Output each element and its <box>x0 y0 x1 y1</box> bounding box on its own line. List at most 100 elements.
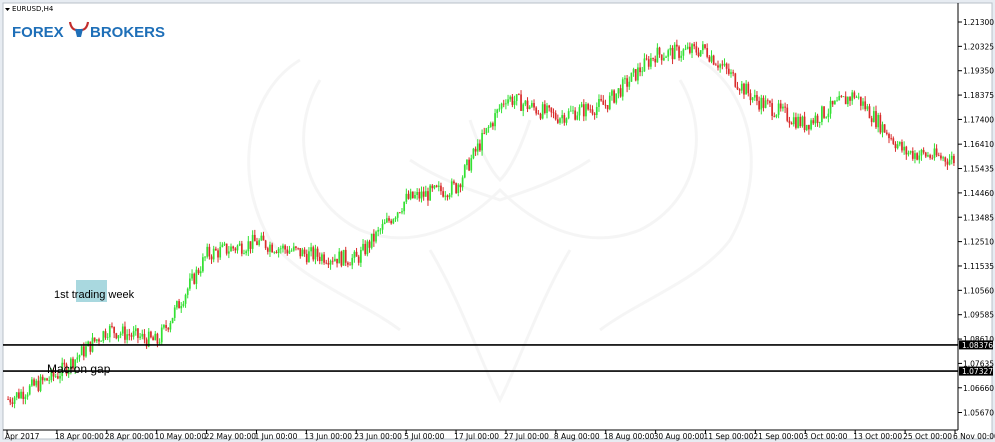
candle-bear <box>911 151 914 159</box>
candle-bull <box>414 194 416 199</box>
candle-bear <box>799 116 802 127</box>
candle-bull <box>80 346 83 356</box>
candle-bear <box>823 106 825 118</box>
candle-bull <box>855 97 858 98</box>
candle-bear <box>427 191 429 201</box>
candle-bear <box>271 244 274 253</box>
candle-bear <box>853 92 856 98</box>
candle-bull <box>805 124 808 131</box>
candle-bear <box>364 243 367 255</box>
candle-bear <box>582 104 585 117</box>
candle-bull <box>290 250 293 252</box>
candle-bull <box>212 248 215 260</box>
candle-bear <box>286 249 289 254</box>
candle-bull <box>437 185 440 187</box>
candle-bull <box>914 153 916 159</box>
x-tick-label: 11 Sep 00:00 <box>704 432 754 441</box>
candle-bull <box>814 115 817 124</box>
x-tick-label: 13 Jun 00:00 <box>304 432 352 441</box>
candle-bear <box>266 248 269 252</box>
candle-bull <box>494 113 496 127</box>
candle-bull <box>505 103 507 105</box>
candle-bull <box>329 260 332 265</box>
candle-bull <box>184 294 187 304</box>
candle-bull <box>176 301 178 308</box>
x-tick-label: 21 Sep 00:00 <box>753 432 803 441</box>
candle-bull <box>933 148 936 158</box>
candle-bear <box>156 333 159 344</box>
y-tick-label: 1.15435 <box>963 165 994 174</box>
candle-bull <box>920 149 923 156</box>
candle-bear <box>935 148 938 156</box>
candle-bull <box>163 325 165 328</box>
candle-bull <box>126 334 128 340</box>
candle-bull <box>608 95 611 110</box>
candle-bear <box>178 301 180 309</box>
candle-bear <box>232 246 235 249</box>
candle-bear <box>240 243 243 254</box>
candle-bear <box>7 399 9 400</box>
candle-bear <box>275 251 278 254</box>
candle-bear <box>210 256 213 260</box>
candle-bull <box>699 50 702 57</box>
candle-bear <box>717 65 719 68</box>
candle-bull <box>279 248 282 250</box>
candle-bull <box>396 212 399 218</box>
candle-bear <box>924 152 927 157</box>
chart-panel <box>2 2 993 440</box>
candle-bear <box>440 185 442 192</box>
candle-bear <box>325 262 328 264</box>
candle-bear <box>944 157 947 162</box>
candle-bull <box>881 124 884 133</box>
candle-bear <box>143 333 146 340</box>
candle-bear <box>613 90 615 103</box>
candle-bull <box>405 193 408 202</box>
candle-bear <box>197 269 200 274</box>
candle-bull <box>381 224 384 230</box>
candle-bull <box>353 251 356 258</box>
candle-bull <box>485 128 488 134</box>
candle-bull <box>219 246 222 258</box>
x-tick-label: 25 Oct 00:00 <box>903 432 952 441</box>
candle-bear <box>130 335 133 337</box>
candle-bull <box>576 115 579 120</box>
candle-bear <box>788 120 791 124</box>
candle-bull <box>541 104 544 119</box>
candle-bull <box>476 143 479 152</box>
candle-bull <box>191 273 193 279</box>
candle-bear <box>593 113 596 115</box>
candle-bear <box>556 119 559 123</box>
y-tick-label: 1.09585 <box>963 311 994 320</box>
candle-bull <box>701 44 704 51</box>
candle-bull <box>108 325 111 338</box>
y-tick-label: 1.14460 <box>963 189 994 198</box>
candle-bear <box>870 118 873 123</box>
candle-bear <box>115 333 118 339</box>
candle-bull <box>227 251 230 254</box>
candle-bull <box>630 72 633 82</box>
candle-bull <box>513 100 516 105</box>
candle-bear <box>262 235 265 241</box>
candle-bull <box>342 249 345 266</box>
candle-bear <box>844 96 847 105</box>
candle-bear <box>693 44 696 47</box>
candle-bear <box>678 46 680 58</box>
candle-bear <box>736 86 739 90</box>
y-tick-label: 1.10560 <box>963 286 994 295</box>
candle-bear <box>492 123 494 127</box>
x-tick-label: 30 Aug 00:00 <box>654 432 705 441</box>
candle-bull <box>236 245 239 251</box>
candle-bear <box>727 68 730 74</box>
candle-bull <box>20 391 22 399</box>
candle-bear <box>113 326 116 334</box>
candle-bull <box>35 380 38 386</box>
candle-bull <box>481 132 483 151</box>
candle-bull <box>740 83 743 91</box>
candle-bear <box>734 73 737 87</box>
candle-bull <box>489 123 492 127</box>
x-tick-label: 22 May 00:00 <box>205 432 257 441</box>
x-tick-label: 6 Nov 00:00 <box>953 432 995 441</box>
candle-bull <box>360 249 362 263</box>
candle-bear <box>442 191 444 197</box>
candle-bull <box>31 379 33 386</box>
